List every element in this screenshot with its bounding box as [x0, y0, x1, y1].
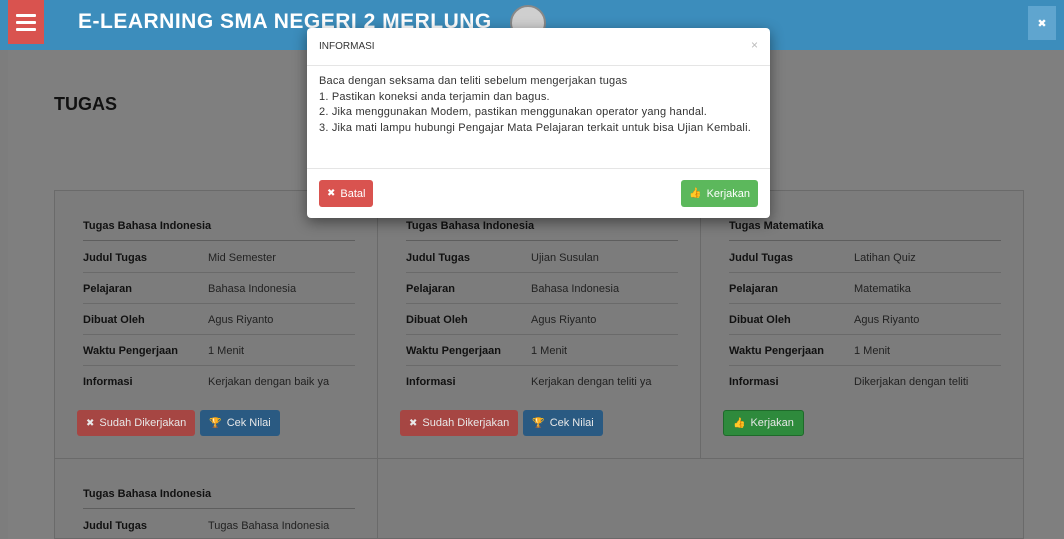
card-actions: 👍 Kerjakan [723, 410, 804, 436]
thumbs-up-icon: 👍 [689, 188, 702, 199]
row-label: Judul Tugas [729, 251, 793, 264]
row-value: Tugas Bahasa Indonesia [208, 520, 330, 532]
row-label: Dibuat Oleh [83, 313, 145, 326]
row-value: Agus Riyanto [854, 313, 920, 326]
row-value: Mid Semester [208, 251, 276, 264]
modal-title: INFORMASI [319, 41, 375, 52]
row-value: Kerjakan dengan baik ya [208, 376, 330, 388]
row-label: Informasi [406, 376, 456, 388]
row-waktu: Waktu Pengerjaan 1 Menit [406, 336, 678, 366]
do-task-button[interactable]: 👍 Kerjakan [723, 410, 804, 436]
row-label: Informasi [729, 376, 779, 388]
row-judul: Judul Tugas Tugas Bahasa Indonesia [83, 511, 355, 539]
thumbs-up-icon: 👍 [733, 417, 746, 429]
check-score-button[interactable]: 🏆 Cek Nilai [523, 410, 603, 436]
row-label: Pelajaran [406, 282, 455, 295]
row-value: Agus Riyanto [531, 313, 597, 326]
x-icon: ✖ [409, 417, 418, 429]
modal-line: 1. Pastikan koneksi anda terjamin dan ba… [319, 90, 550, 103]
modal-line: 3. Jika mati lampu hubungi Pengajar Mata… [319, 121, 751, 134]
task-card: Tugas Bahasa Indonesia Judul Tugas Ujian… [378, 191, 701, 459]
row-value: Dikerjakan dengan teliti [854, 376, 969, 388]
page-title: TUGAS [54, 94, 117, 114]
row-judul: Judul Tugas Ujian Susulan [406, 243, 678, 273]
card-actions: ✖ Sudah Dikerjakan 🏆 Cek Nilai [77, 410, 280, 436]
done-button[interactable]: ✖ Sudah Dikerjakan [77, 410, 196, 436]
task-card: Tugas Bahasa Indonesia Judul Tugas Tugas… [55, 459, 378, 539]
row-value: Bahasa Indonesia [208, 282, 297, 295]
row-informasi: Informasi Kerjakan dengan teliti ya [406, 367, 678, 397]
task-card: Tugas Matematika Judul Tugas Latihan Qui… [701, 191, 1024, 459]
row-pelajaran: Pelajaran Bahasa Indonesia [406, 274, 678, 304]
modal-line: 2. Jika menggunakan Modem, pastikan meng… [319, 106, 708, 118]
row-waktu: Waktu Pengerjaan 1 Menit [729, 336, 1001, 366]
task-grid: Tugas Bahasa Indonesia Judul Tugas Mid S… [54, 190, 1024, 539]
row-value: Bahasa Indonesia [531, 282, 620, 295]
check-score-button[interactable]: 🏆 Cek Nilai [200, 410, 280, 436]
row-dibuat: Dibuat Oleh Agus Riyanto [406, 305, 678, 335]
row-informasi: Informasi Kerjakan dengan baik ya [83, 367, 355, 397]
cancel-button[interactable]: ✖ Batal [319, 180, 374, 207]
card-actions: ✖ Sudah Dikerjakan 🏆 Cek Nilai [400, 410, 603, 436]
row-label: Waktu Pengerjaan [406, 344, 501, 357]
trophy-icon: 🏆 [209, 417, 222, 429]
row-label: Dibuat Oleh [729, 313, 791, 326]
row-label: Judul Tugas [406, 251, 470, 264]
row-dibuat: Dibuat Oleh Agus Riyanto [729, 305, 1001, 335]
modal-line: Baca dengan seksama dan teliti sebelum m… [319, 75, 628, 87]
done-button[interactable]: ✖ Sudah Dikerjakan [400, 410, 519, 436]
task-card: Tugas Bahasa Indonesia Judul Tugas Mid S… [55, 191, 378, 459]
info-modal: INFORMASI × Baca dengan seksama dan teli… [307, 28, 770, 218]
row-label: Pelajaran [729, 282, 778, 295]
row-label: Dibuat Oleh [406, 313, 468, 326]
row-pelajaran: Pelajaran Matematika [729, 274, 1001, 304]
card-heading: Tugas Bahasa Indonesia [83, 488, 355, 509]
row-judul: Judul Tugas Latihan Quiz [729, 243, 1001, 273]
row-label: Judul Tugas [83, 520, 147, 532]
row-label: Judul Tugas [83, 251, 147, 264]
modal-footer: ✖ Batal 👍 Kerjakan [307, 168, 770, 218]
row-judul: Judul Tugas Mid Semester [83, 243, 355, 273]
menu-toggle-button[interactable] [8, 0, 44, 44]
row-value: Ujian Susulan [531, 251, 599, 264]
modal-header: INFORMASI × [307, 28, 770, 66]
row-value: Agus Riyanto [208, 313, 274, 326]
row-waktu: Waktu Pengerjaan 1 Menit [83, 336, 355, 366]
row-label: Informasi [83, 376, 133, 388]
start-task-button[interactable]: 👍 Kerjakan [681, 180, 758, 207]
x-icon: ✖ [327, 188, 336, 199]
card-heading: Tugas Bahasa Indonesia [83, 220, 355, 241]
card-heading: Tugas Bahasa Indonesia [406, 220, 678, 241]
row-label: Waktu Pengerjaan [83, 344, 178, 357]
card-heading: Tugas Matematika [729, 220, 1001, 241]
row-value: 1 Menit [531, 344, 568, 357]
row-label: Waktu Pengerjaan [729, 344, 824, 357]
row-label: Pelajaran [83, 282, 132, 295]
row-informasi: Informasi Dikerjakan dengan teliti [729, 367, 1001, 397]
row-value: 1 Menit [208, 344, 245, 357]
row-dibuat: Dibuat Oleh Agus Riyanto [83, 305, 355, 335]
trophy-icon: 🏆 [532, 417, 545, 429]
x-icon: ✖ [86, 417, 95, 429]
nav-close-button[interactable]: ✖ [1028, 6, 1056, 40]
modal-body: Baca dengan seksama dan teliti sebelum m… [319, 74, 759, 136]
row-pelajaran: Pelajaran Bahasa Indonesia [83, 274, 355, 304]
hamburger-icon [16, 13, 36, 17]
row-value: Matematika [854, 282, 911, 295]
row-value: Kerjakan dengan teliti ya [531, 376, 652, 388]
row-value: Latihan Quiz [854, 251, 916, 264]
modal-close-icon[interactable]: × [751, 38, 758, 52]
row-value: 1 Menit [854, 344, 891, 357]
